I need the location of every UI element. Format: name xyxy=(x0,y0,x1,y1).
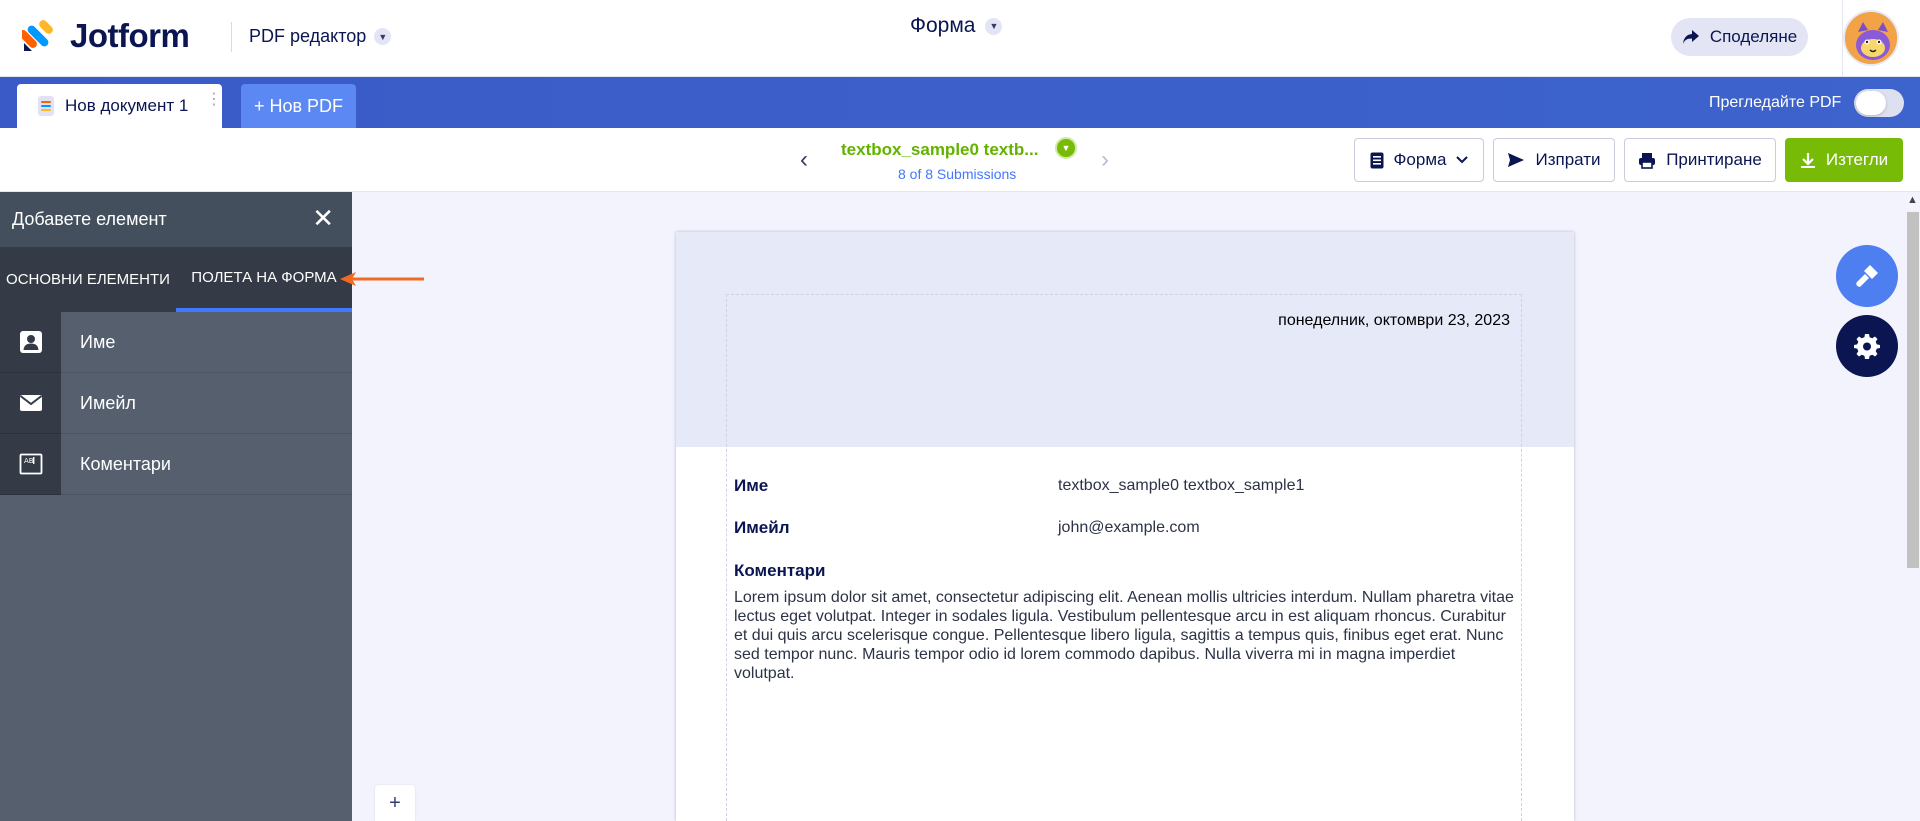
gear-icon xyxy=(1854,334,1880,359)
field-label-name[interactable]: Име xyxy=(734,476,768,496)
pdf-page: понеделник, октомври 23, 2023 Име textbo… xyxy=(676,232,1574,821)
top-header: Jotform PDF редактор ▼ Форма ▼ Споделяне xyxy=(0,0,1920,77)
zoom-in-button[interactable]: + xyxy=(375,785,415,821)
textbox-icon: AB xyxy=(0,434,61,495)
next-submission-chevron-icon[interactable]: › xyxy=(1101,146,1109,174)
tab-basic-elements[interactable]: ОСНОВНИ ЕЛЕМЕНТИ xyxy=(0,247,176,312)
envelope-icon xyxy=(0,373,61,434)
header-divider xyxy=(231,22,232,52)
jotform-logo[interactable]: Jotform xyxy=(22,17,190,55)
kebab-menu-icon[interactable]: ⋮ xyxy=(206,92,222,108)
document-tab-bar: Нов документ 1 ⋮ + Нов PDF Прегледайте P… xyxy=(0,77,1920,128)
contact-card-icon xyxy=(0,312,61,373)
chevron-down-icon: ▼ xyxy=(985,17,1003,35)
paint-roller-icon xyxy=(1856,265,1878,287)
download-button-label: Изтегли xyxy=(1825,150,1889,169)
submission-count: 8 of 8 Submissions xyxy=(898,166,1017,182)
user-avatar-icon xyxy=(1845,12,1897,64)
form-dropdown-button[interactable]: Форма xyxy=(1354,138,1484,182)
panel-item-comments[interactable]: AB Коментари xyxy=(0,434,352,495)
panel-item-label: Коментари xyxy=(61,434,352,494)
share-button[interactable]: Споделяне xyxy=(1671,18,1808,56)
send-icon xyxy=(1508,153,1525,167)
document-tab-label: Нов документ 1 xyxy=(65,96,189,115)
previous-submission-chevron-icon[interactable]: ‹ xyxy=(800,146,808,174)
chevron-down-icon: ▼ xyxy=(374,28,392,45)
form-title-dropdown[interactable]: Форма ▼ xyxy=(910,14,1003,38)
tab-document-1[interactable]: Нов документ 1 ⋮ xyxy=(17,84,222,128)
field-value-name[interactable]: textbox_sample0 textbox_sample1 xyxy=(1058,477,1304,495)
new-pdf-button[interactable]: + Нов PDF xyxy=(241,84,356,128)
pointer-arrow-icon xyxy=(340,272,424,286)
scroll-up-arrow-icon[interactable]: ▲ xyxy=(1905,192,1920,208)
document-icon xyxy=(38,96,54,116)
avatar[interactable] xyxy=(1843,10,1899,66)
settings-button[interactable] xyxy=(1836,315,1898,377)
print-button-label: Принтиране xyxy=(1666,150,1762,169)
add-element-panel: Добавете елемент ✕ ОСНОВНИ ЕЛЕМЕНТИ ПОЛЕ… xyxy=(0,192,352,821)
panel-tabs: ОСНОВНИ ЕЛЕМЕНТИ ПОЛЕТА НА ФОРМА xyxy=(0,247,352,312)
close-icon[interactable]: ✕ xyxy=(312,205,334,231)
form-title: Форма xyxy=(910,14,976,37)
product-label: PDF редактор xyxy=(249,26,367,46)
preview-pdf-toggle[interactable] xyxy=(1854,89,1904,117)
panel-item-email[interactable]: Имейл xyxy=(0,373,352,434)
send-button[interactable]: Изпрати xyxy=(1493,138,1615,182)
product-switcher[interactable]: PDF редактор ▼ xyxy=(249,26,392,47)
panel-item-label: Имейл xyxy=(61,373,352,433)
download-icon xyxy=(1800,152,1815,168)
svg-text:AB: AB xyxy=(24,457,34,465)
panel-header: Добавете елемент ✕ xyxy=(0,192,352,247)
panel-item-name[interactable]: Име xyxy=(0,312,352,373)
tab-form-fields[interactable]: ПОЛЕТА НА ФОРМА xyxy=(176,247,352,312)
form-document-icon xyxy=(1370,152,1383,168)
form-button-label: Форма xyxy=(1393,150,1447,169)
share-arrow-icon xyxy=(1682,30,1699,44)
field-label-comments[interactable]: Коментари xyxy=(734,561,825,581)
page-date[interactable]: понеделник, октомври 23, 2023 xyxy=(1278,312,1510,330)
panel-title: Добавете елемент xyxy=(12,209,167,229)
panel-item-label: Име xyxy=(61,312,352,372)
preview-pdf-label: Прегледайте PDF xyxy=(1709,94,1842,111)
printer-icon xyxy=(1639,152,1656,169)
chevron-down-icon xyxy=(1456,156,1469,164)
field-value-comments[interactable]: Lorem ipsum dolor sit amet, consectetur … xyxy=(734,588,1519,683)
jotform-logo-icon xyxy=(22,20,53,51)
form-designer-button[interactable] xyxy=(1836,245,1898,307)
field-value-email[interactable]: john@example.com xyxy=(1058,519,1200,537)
download-button[interactable]: Изтегли xyxy=(1785,138,1903,182)
print-button[interactable]: Принтиране xyxy=(1624,138,1776,182)
share-label: Споделяне xyxy=(1709,27,1798,46)
logo-text: Jotform xyxy=(70,17,190,54)
submission-name[interactable]: textbox_sample0 textb... xyxy=(841,140,1038,160)
toggle-knob xyxy=(1856,91,1886,115)
submission-dropdown-icon[interactable]: ▼ xyxy=(1055,137,1077,159)
send-button-label: Изпрати xyxy=(1535,150,1601,169)
submission-toolbar: ‹ textbox_sample0 textb... ▼ 8 of 8 Subm… xyxy=(0,128,1920,192)
page-margin-guides xyxy=(726,294,1522,821)
field-label-email[interactable]: Имейл xyxy=(734,518,790,538)
scrollbar-thumb[interactable] xyxy=(1907,212,1919,568)
